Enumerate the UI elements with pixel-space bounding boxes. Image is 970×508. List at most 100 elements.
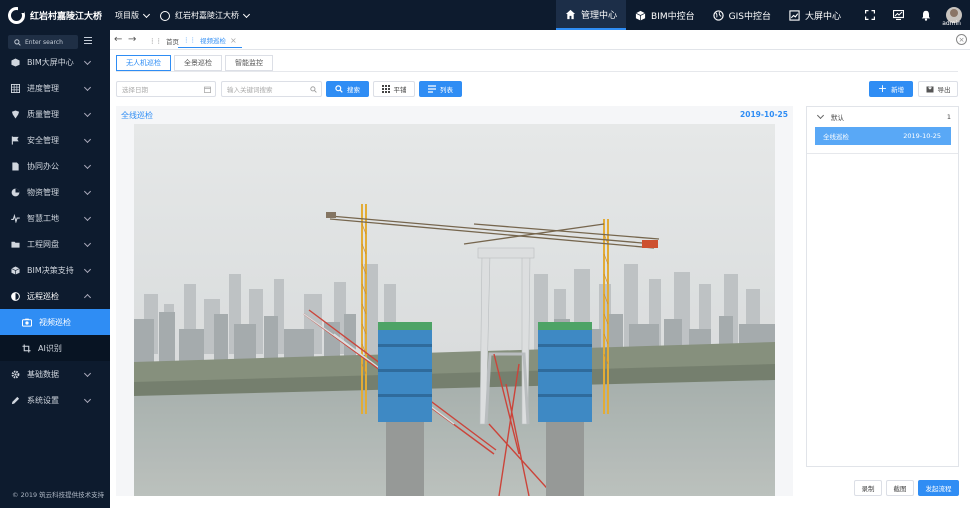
- sidebar-search-input[interactable]: [25, 38, 77, 46]
- panel-date: 2019-10-25: [740, 110, 788, 119]
- bridge-icon: [160, 10, 170, 21]
- pen-icon: [11, 396, 20, 404]
- add-button-label: 新增: [891, 86, 905, 94]
- fullscreen-button[interactable]: [856, 0, 884, 30]
- page-tab-label: 视频巡检: [200, 37, 226, 45]
- sidebar-item-label: 基础数据: [27, 369, 59, 379]
- chevron-down-icon: [83, 83, 92, 92]
- tab-smart-monitoring[interactable]: 智能监控: [225, 55, 273, 71]
- topnav-management-center[interactable]: 管理中心: [556, 0, 627, 30]
- page-tab-bar: ← → ⋮⋮ 首页 ⋮⋮ 视频巡检 × ×: [110, 30, 970, 50]
- topnav-big-screen[interactable]: 大屏中心: [780, 0, 850, 30]
- topnav-label: 管理中心: [581, 10, 618, 21]
- tab-drone-inspection[interactable]: 无人机巡检: [116, 55, 171, 71]
- cube-icon: [11, 57, 20, 67]
- group-header[interactable]: 默认: [807, 107, 958, 126]
- fullscreen-icon: [865, 10, 875, 20]
- close-all-tabs-button[interactable]: ×: [956, 34, 967, 45]
- capture-button[interactable]: 截图: [886, 480, 914, 496]
- chevron-down-icon: [142, 10, 151, 18]
- sidebar-item-remote-inspection[interactable]: 远程巡检: [0, 283, 110, 309]
- group-count: 1: [946, 113, 951, 121]
- list-item-date: 2019-10-25: [903, 132, 941, 140]
- badge-icon: [11, 109, 20, 119]
- close-icon: ×: [958, 35, 965, 44]
- menu-collapse-button[interactable]: [84, 37, 92, 45]
- sidebar-item-bim-decision[interactable]: BIM决策支持: [0, 257, 110, 283]
- sidebar-subitem-ai-recognition[interactable]: AI识别: [0, 335, 110, 361]
- export-button-label: 导出: [937, 86, 951, 94]
- export-icon: [926, 85, 933, 93]
- dashboard-button[interactable]: [884, 0, 912, 30]
- search-button[interactable]: 搜索: [326, 81, 369, 97]
- sidebar-item-label: 系统设置: [27, 395, 59, 405]
- date-picker-placeholder: 选择日期: [122, 86, 148, 94]
- bridge-select-dropdown[interactable]: 红岩村嘉陵江大桥: [160, 10, 251, 21]
- sidebar-item-materials[interactable]: 物资管理: [0, 179, 110, 205]
- chevron-down-icon: [83, 213, 92, 222]
- sidebar-subitem-video-inspection[interactable]: 视频巡检: [0, 309, 110, 335]
- sidebar-item-label: AI识别: [38, 343, 62, 353]
- tile-view-button[interactable]: 平铺: [373, 81, 415, 97]
- sidebar-item-label: 智慧工地: [27, 213, 59, 223]
- grid-icon: [381, 85, 390, 93]
- start-process-button[interactable]: 发起流程: [918, 480, 959, 496]
- topnav-label: 大屏中心: [804, 11, 841, 22]
- user-name: admin: [942, 20, 961, 27]
- sidebar-item-system-settings[interactable]: 系统设置: [0, 387, 110, 413]
- gear-icon: [11, 370, 20, 378]
- sidebar-item-bim-screen[interactable]: BIM大屏中心: [0, 49, 110, 75]
- top-nav: 管理中心 BIM中控台 GIS中控台 大屏中心: [556, 0, 850, 30]
- topnav-bim-console[interactable]: BIM中控台: [626, 0, 704, 30]
- pulse-icon: [11, 213, 20, 223]
- chevron-down-icon: [83, 109, 92, 118]
- sidebar-item-quality[interactable]: 质量管理: [0, 101, 110, 127]
- list-view-button[interactable]: 列表: [419, 81, 462, 97]
- tab-panorama-inspection[interactable]: 全景巡检: [174, 55, 222, 71]
- forward-arrow-icon[interactable]: →: [128, 35, 136, 45]
- chevron-down-icon: [83, 395, 92, 404]
- calendar-icon: [204, 86, 211, 93]
- project-version-dropdown[interactable]: 项目版: [115, 10, 151, 21]
- topnav-label: GIS中控台: [728, 11, 771, 22]
- back-arrow-icon[interactable]: ←: [114, 35, 122, 45]
- export-button[interactable]: 导出: [918, 81, 958, 97]
- sidebar-item-safety[interactable]: 安全管理: [0, 127, 110, 153]
- inspection-photo[interactable]: [134, 124, 775, 496]
- sidebar-item-office[interactable]: 协同办公: [0, 153, 110, 179]
- keyword-search-input[interactable]: 输入关键词搜索: [221, 81, 322, 97]
- document-icon: [12, 161, 19, 171]
- sidebar-item-progress[interactable]: 进度管理: [0, 75, 110, 101]
- sidebar-item-label: 协同办公: [27, 161, 59, 171]
- sidebar-item-smart-site[interactable]: 智慧工地: [0, 205, 110, 231]
- box-icon: [11, 265, 20, 275]
- inspection-list-panel: 默认 1 全线巡检 2019-10-25: [806, 106, 959, 467]
- tile-view-label: 平铺: [393, 86, 407, 94]
- list-item[interactable]: 全线巡检 2019-10-25: [815, 127, 951, 145]
- sidebar-item-label: 物资管理: [27, 187, 59, 197]
- date-picker[interactable]: 选择日期: [116, 81, 216, 97]
- chevron-down-icon: [83, 161, 92, 170]
- record-button[interactable]: 录制: [854, 480, 882, 496]
- globe-icon: [712, 9, 724, 21]
- topnav-gis-console[interactable]: GIS中控台: [704, 0, 780, 30]
- search-icon: [310, 86, 317, 93]
- list-icon: [428, 85, 436, 93]
- tabs-divider: [116, 71, 958, 72]
- half-circle-icon: [11, 291, 20, 301]
- add-button[interactable]: + 新增: [869, 81, 913, 97]
- folder-icon: [11, 241, 20, 248]
- keyword-placeholder: 输入关键词搜索: [227, 86, 273, 94]
- chevron-down-icon: [83, 265, 92, 274]
- sidebar-item-cloud-drive[interactable]: 工程网盘: [0, 231, 110, 257]
- close-tab-icon[interactable]: ×: [230, 36, 237, 45]
- project-version-label: 项目版: [115, 11, 139, 20]
- notifications-button[interactable]: [912, 0, 940, 30]
- plus-icon: +: [877, 82, 888, 95]
- app-logo[interactable]: 红岩村嘉陵江大桥: [8, 7, 102, 24]
- list-divider: [807, 153, 958, 154]
- sidebar-item-basic-data[interactable]: 基础数据: [0, 361, 110, 387]
- page-tab-video-inspection[interactable]: ⋮⋮ 视频巡检 ×: [178, 33, 242, 48]
- logo-text: 红岩村嘉陵江大桥: [30, 12, 103, 22]
- search-button-label: 搜索: [347, 86, 360, 94]
